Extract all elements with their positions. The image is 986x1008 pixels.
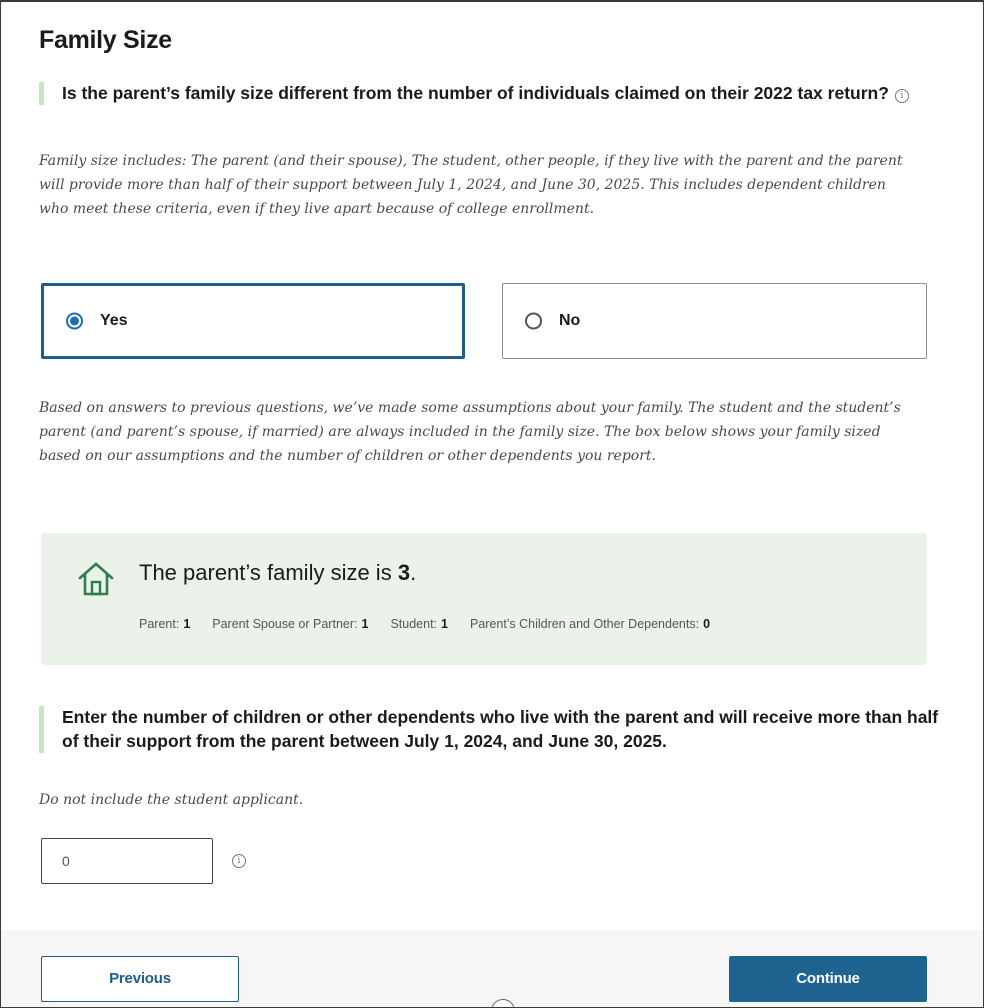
previous-button[interactable]: Previous xyxy=(41,956,239,1002)
yes-option-label: Yes xyxy=(100,312,128,329)
info-circle-icon[interactable]: i xyxy=(232,854,246,868)
info-circle-icon[interactable]: i xyxy=(894,89,909,103)
family-size-suffix: . xyxy=(410,560,417,585)
breakdown-student: Student: 1 xyxy=(390,617,448,631)
family-size-helper-text: Family size includes: The parent (and th… xyxy=(39,153,903,218)
dependents-helper-text: Do not include the student applicant. xyxy=(39,792,304,808)
yes-option[interactable]: Yes xyxy=(41,283,465,359)
radio-unselected-icon[interactable] xyxy=(525,312,542,330)
assumptions-text: Based on answers to previous questions, … xyxy=(39,400,901,465)
form-page: Family Size Is the parent’s family size … xyxy=(0,0,984,1008)
family-size-prefix: The parent’s family size is xyxy=(139,560,392,585)
family-size-breakdown: Parent: 1 Parent Spouse or Partner: 1 Stud… xyxy=(139,617,710,631)
no-option[interactable]: No xyxy=(502,283,927,359)
continue-button[interactable]: Continue xyxy=(729,956,927,1002)
house-icon xyxy=(78,562,114,596)
dependents-question: Enter the number of children or other de… xyxy=(39,706,942,754)
breakdown-parent: Parent: 1 xyxy=(139,617,191,631)
radio-selected-icon[interactable] xyxy=(66,312,83,330)
no-option-label: No xyxy=(559,312,581,329)
dependents-count-input[interactable] xyxy=(41,838,213,884)
question-text: Is the parent’s family size different fr… xyxy=(62,83,889,103)
breakdown-parent-spouse: Parent Spouse or Partner: 1 xyxy=(212,617,369,631)
family-size-question: Is the parent’s family size different fr… xyxy=(39,82,922,105)
family-size-summary-box: The parent’s family size is 3. Parent: 1 … xyxy=(41,533,927,665)
family-size-statement: The parent’s family size is 3. xyxy=(139,560,416,586)
family-size-value: 3 xyxy=(397,560,411,585)
page-title: Family Size xyxy=(39,26,172,54)
breakdown-dependents: Parent’s Children and Other Dependents: 0 xyxy=(469,617,711,631)
